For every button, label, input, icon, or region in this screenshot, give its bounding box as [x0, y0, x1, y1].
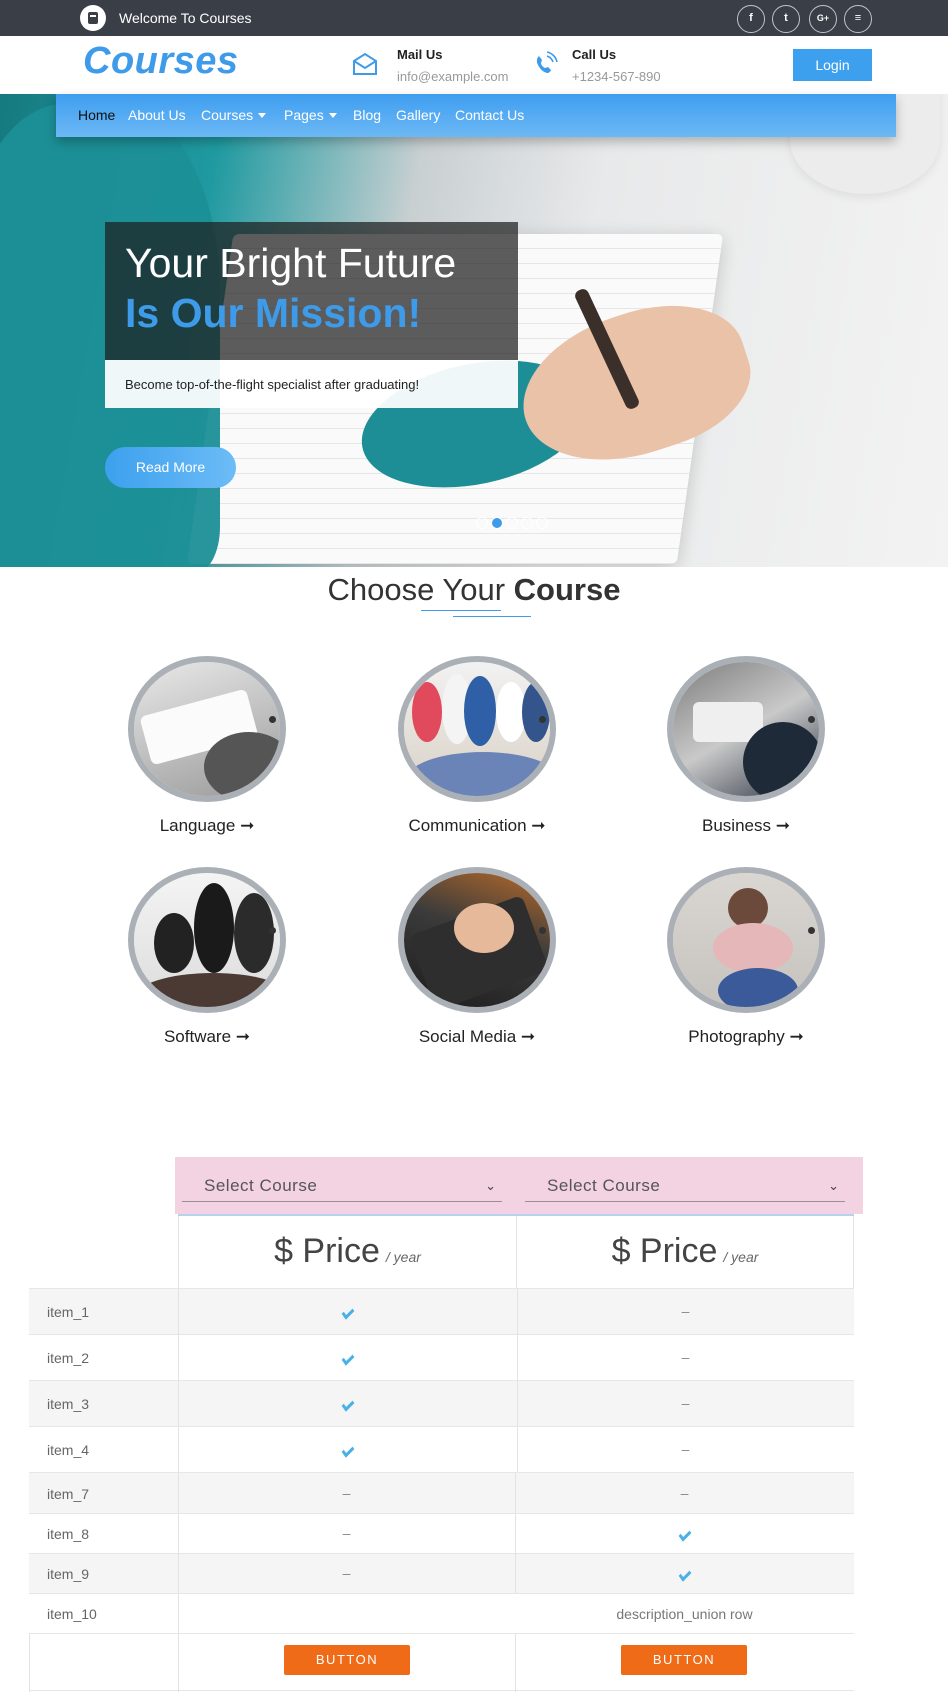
course-label: Business ➞	[702, 816, 790, 835]
google-plus-icon[interactable]: G+	[809, 5, 837, 33]
check-icon	[341, 1305, 354, 1320]
dash-icon: –	[681, 1441, 690, 1457]
course-label: Photography ➞	[688, 1027, 804, 1046]
dash-icon: –	[342, 1565, 351, 1581]
caret-down-icon	[328, 113, 337, 118]
twitter-icon[interactable]: t	[772, 5, 800, 33]
course-select-bar: Select Course ⌄ Select Course ⌄	[175, 1157, 863, 1214]
rss-icon[interactable]: ≡	[844, 5, 872, 33]
table-row: item_7 – –	[29, 1472, 854, 1514]
dash-icon: –	[342, 1485, 351, 1501]
hero-heading-line1: Your Bright Future	[125, 240, 457, 286]
course-image	[128, 867, 286, 1013]
call-value[interactable]: +1234-567-890	[572, 69, 661, 84]
slider-dot[interactable]	[521, 517, 533, 529]
check-icon	[341, 1443, 354, 1458]
table-row: item_3 –	[29, 1380, 854, 1427]
mail-title: Mail Us	[397, 47, 443, 62]
table-row-buttons: BUTTON BUTTON	[29, 1633, 854, 1692]
mail-value[interactable]: info@example.com	[397, 69, 508, 84]
arrow-right-icon: ➞	[775, 816, 790, 835]
read-more-button[interactable]: Read More	[105, 447, 236, 488]
hero-heading-line2: Is Our Mission!	[125, 290, 422, 336]
nav-gallery[interactable]: Gallery	[396, 107, 440, 123]
course-label: Language ➞	[159, 816, 255, 835]
table-row: item_9 –	[29, 1553, 854, 1594]
login-button[interactable]: Login	[793, 49, 872, 81]
table-row: item_10 description_union row	[29, 1593, 854, 1634]
check-icon	[341, 1397, 354, 1412]
hero-subtitle-box: Become top-of-the-flight specialist afte…	[105, 360, 518, 408]
nav-pages[interactable]: Pages	[284, 107, 337, 123]
course-label: Communication ➞	[408, 816, 546, 835]
title-underline	[421, 610, 501, 611]
welcome-text: Welcome To Courses	[119, 10, 252, 26]
dash-icon: –	[680, 1485, 689, 1501]
facebook-icon[interactable]: f	[737, 5, 765, 33]
hero-caption: Your Bright Future Is Our Mission!	[105, 222, 518, 360]
course-image	[667, 656, 825, 802]
course-select-2[interactable]: Select Course ⌄	[525, 1170, 845, 1202]
nav-about[interactable]: About Us	[128, 107, 186, 123]
site-logo[interactable]: Courses	[83, 40, 239, 83]
slider-dot[interactable]	[506, 517, 518, 529]
phone-icon	[536, 51, 558, 73]
main-nav: Home About Us Courses Pages Blog Gallery…	[56, 94, 896, 137]
title-underline	[453, 616, 531, 617]
section-title: Choose Your Course	[327, 572, 621, 607]
arrow-right-icon: ➞	[240, 816, 255, 835]
book-icon	[80, 5, 106, 31]
course-image	[398, 656, 556, 802]
course-select-1[interactable]: Select Course ⌄	[182, 1170, 502, 1202]
table-row: item_4 –	[29, 1426, 854, 1473]
top-bar: Welcome To Courses f t G+ ≡	[0, 0, 948, 36]
price-label: $ Price / year	[274, 1232, 421, 1270]
check-icon	[678, 1567, 691, 1582]
hero-subtitle: Become top-of-the-flight specialist afte…	[125, 377, 420, 392]
caret-down-icon	[258, 113, 267, 118]
site-header: Courses Mail Us info@example.com Call Us…	[0, 36, 948, 94]
arrow-right-icon: ➞	[520, 1027, 536, 1046]
dash-icon: –	[681, 1395, 690, 1411]
check-icon	[341, 1351, 354, 1366]
price-header-2: $ Price / year	[517, 1216, 854, 1288]
dash-icon: –	[681, 1303, 690, 1319]
course-image	[128, 656, 286, 802]
course-label: Social Media ➞	[418, 1027, 536, 1046]
arrow-right-icon: ➞	[235, 1027, 251, 1046]
nav-courses[interactable]: Courses	[201, 107, 267, 123]
course-image	[398, 867, 556, 1013]
course-label: Software ➞	[163, 1027, 251, 1046]
slider-dot[interactable]	[536, 517, 548, 529]
union-description: description_union row	[616, 1606, 753, 1622]
arrow-right-icon: ➞	[789, 1027, 804, 1046]
chevron-down-icon: ⌄	[485, 1178, 496, 1193]
select-plan-button-1[interactable]: BUTTON	[284, 1645, 410, 1675]
slider-dot[interactable]	[476, 517, 488, 529]
select-plan-button-2[interactable]: BUTTON	[621, 1645, 747, 1675]
price-header-1: $ Price / year	[178, 1216, 517, 1288]
call-title: Call Us	[572, 47, 617, 62]
course-image	[667, 867, 825, 1013]
arrow-right-icon: ➞	[531, 816, 546, 835]
nav-home[interactable]: Home	[78, 107, 115, 123]
nav-blog[interactable]: Blog	[353, 107, 381, 123]
mail-icon	[353, 52, 377, 75]
price-label: $ Price / year	[611, 1232, 759, 1270]
dash-icon: –	[681, 1349, 690, 1365]
slider-dot-active[interactable]	[491, 517, 503, 529]
check-icon	[678, 1527, 691, 1542]
dash-icon: –	[342, 1525, 351, 1541]
nav-contact[interactable]: Contact Us	[455, 107, 524, 123]
table-row: item_8 –	[29, 1513, 854, 1554]
table-row: item_2 –	[29, 1334, 854, 1381]
chevron-down-icon: ⌄	[828, 1178, 839, 1193]
table-row: item_1 –	[29, 1288, 854, 1335]
